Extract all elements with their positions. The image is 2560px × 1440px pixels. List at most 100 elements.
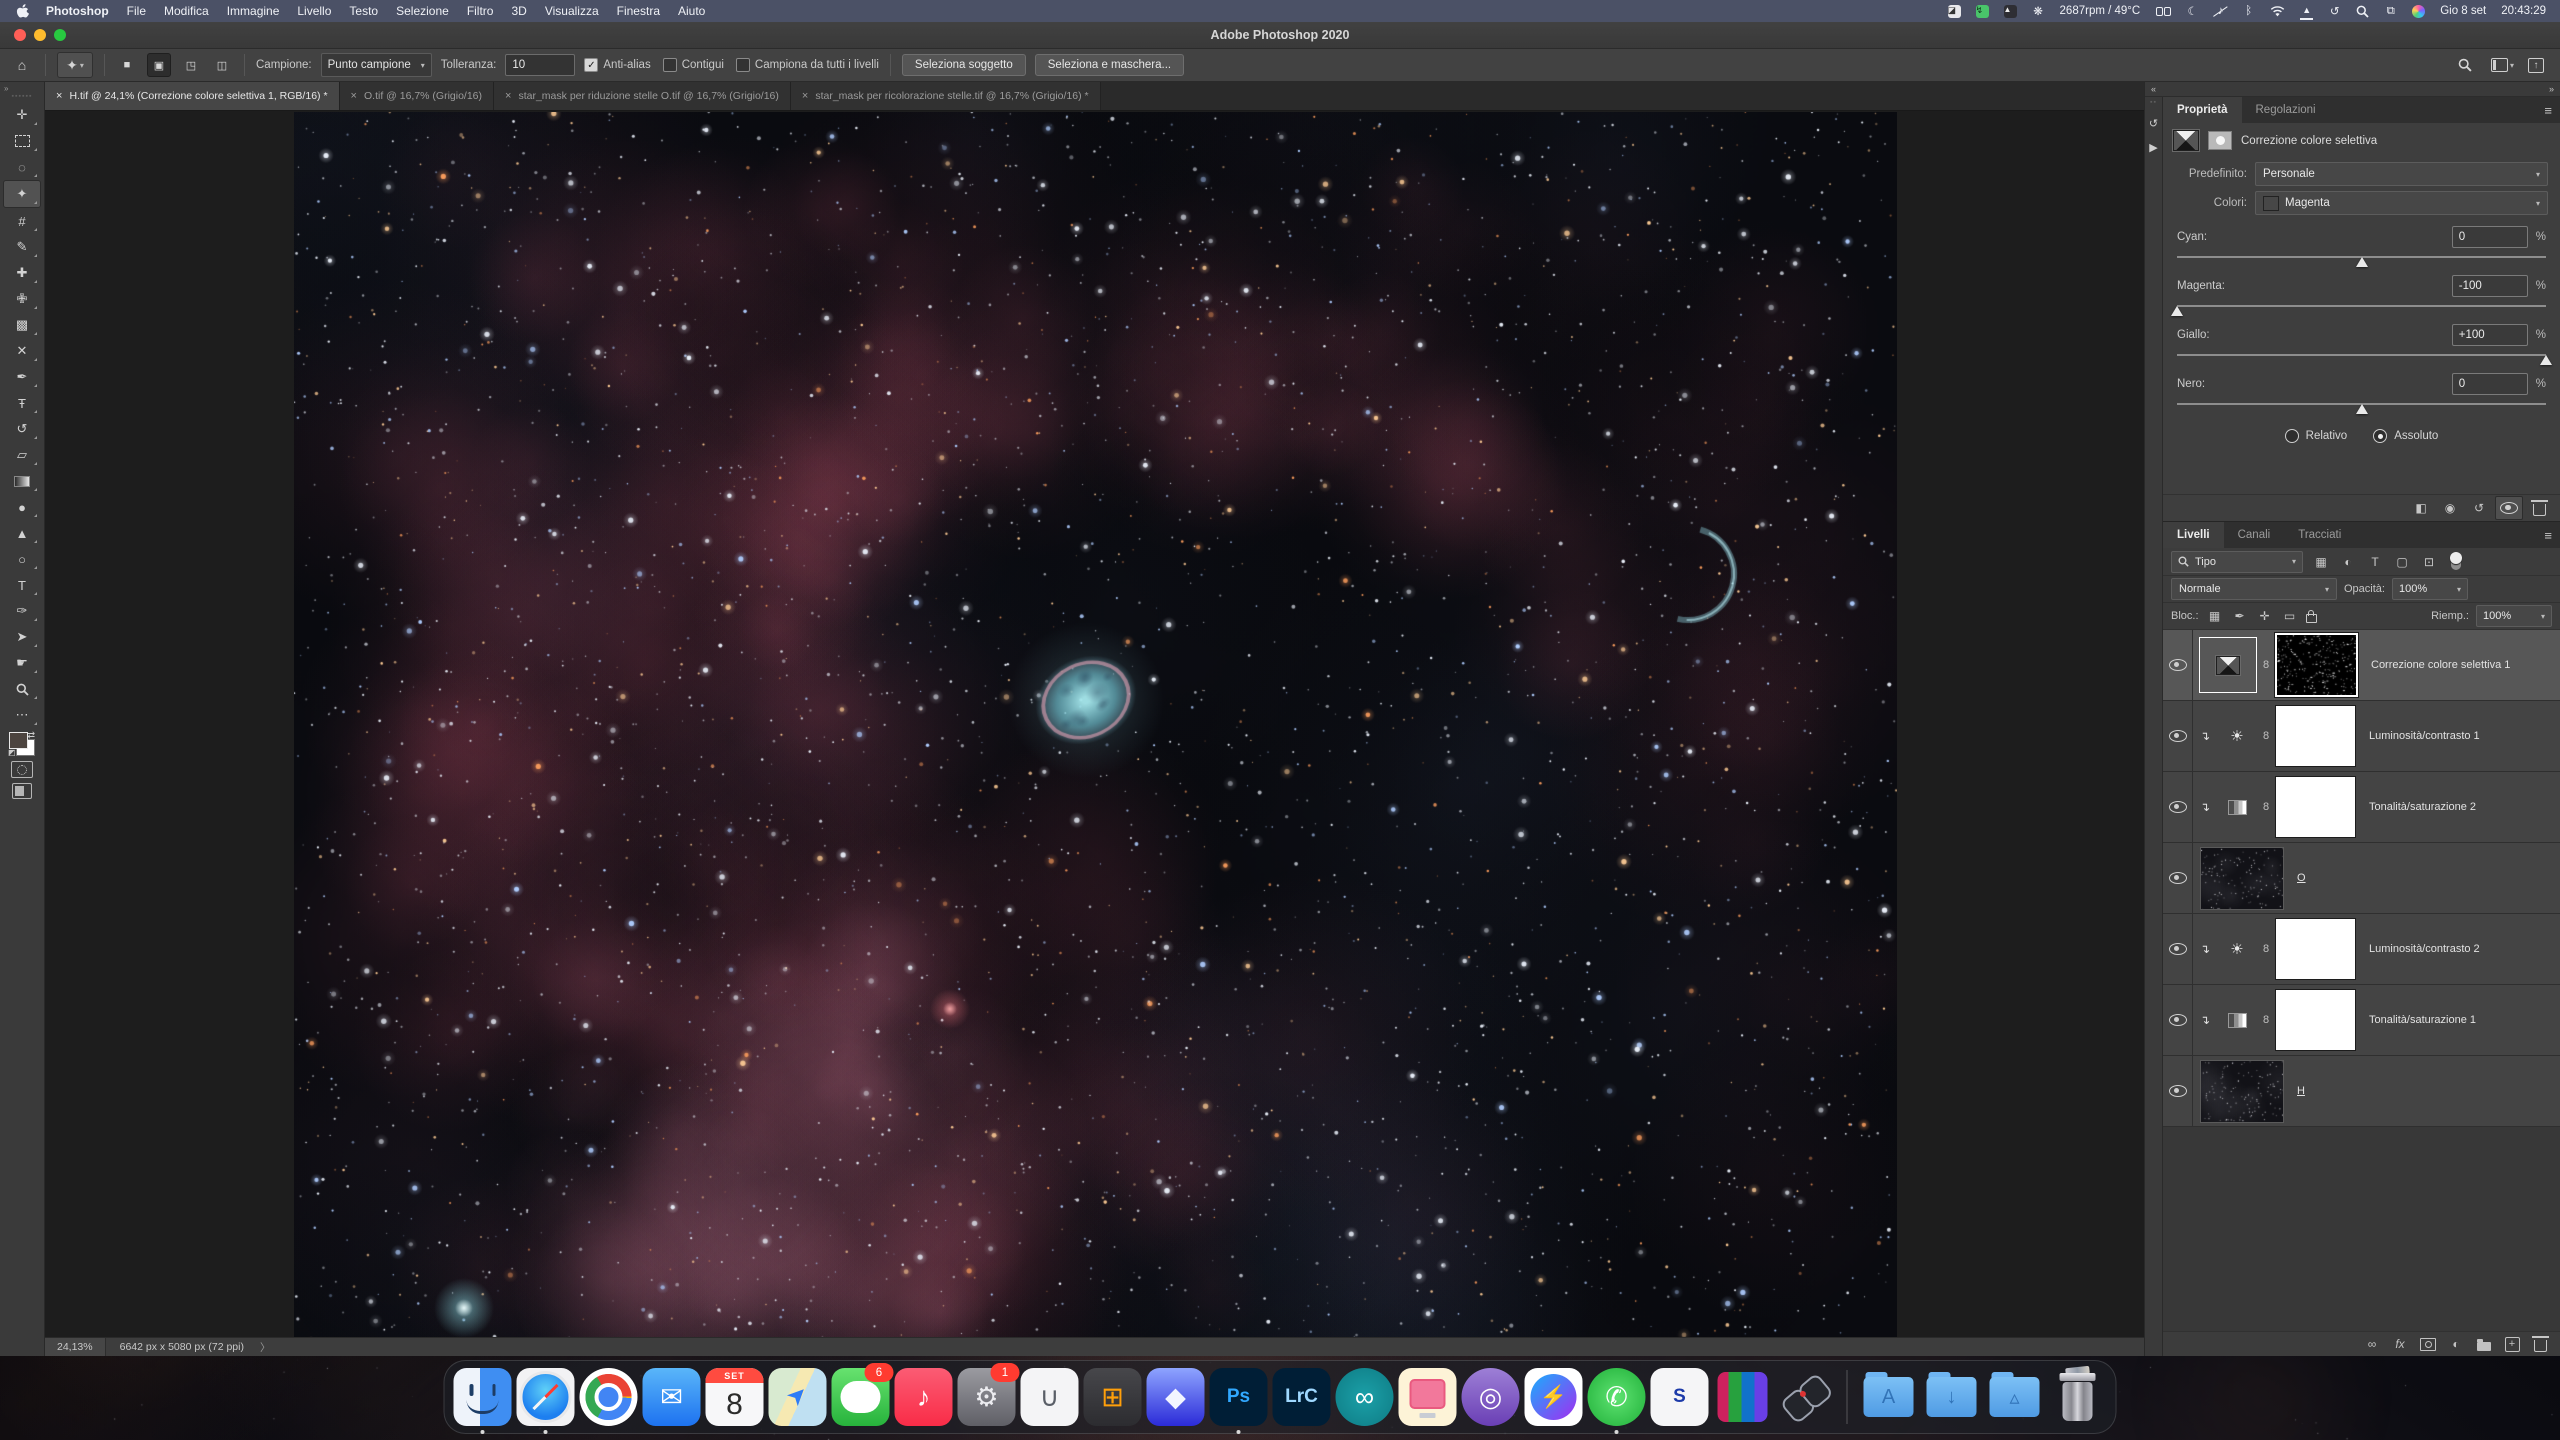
dock-chrome[interactable] [580, 1368, 638, 1426]
adjustment-icon[interactable]: ☀ [2217, 940, 2257, 958]
tab-livelli[interactable]: Livelli [2163, 522, 2224, 548]
add-mask-icon[interactable] [2420, 1338, 2436, 1351]
document-info[interactable]: 6642 px x 5080 px (72 ppi) 〉 [106, 1340, 285, 1355]
marquee-tool[interactable] [4, 128, 40, 154]
document-canvas[interactable] [294, 112, 1897, 1337]
dock-trash[interactable] [2049, 1368, 2107, 1426]
filter-type-icon[interactable]: T [2366, 555, 2384, 569]
layer-mask-thumbnail[interactable] [2275, 918, 2356, 980]
layer-name[interactable]: Correzione colore selettiva 1 [2371, 659, 2510, 671]
lock-all-icon[interactable] [2306, 614, 2317, 623]
mask-badge-icon[interactable] [2208, 131, 2232, 150]
menu-modifica[interactable]: Modifica [155, 4, 218, 18]
checkbox-box[interactable] [736, 58, 750, 72]
slider-value-input[interactable]: 0 [2452, 373, 2528, 395]
dodge-tool[interactable]: ○ [4, 546, 40, 572]
select-subject-button[interactable]: Seleziona soggetto [902, 54, 1026, 76]
filter-shape-icon[interactable]: ▢ [2393, 555, 2411, 569]
layer-mask-thumbnail[interactable] [2275, 705, 2356, 767]
eyedropper-tool[interactable]: ✎ [4, 234, 40, 260]
gradient-tool[interactable] [4, 468, 40, 494]
lock-transparency-icon[interactable]: ▦ [2206, 609, 2224, 623]
history-brush-tool[interactable]: ↺ [4, 416, 40, 442]
crop-tool[interactable]: # [4, 208, 40, 234]
dock-blue-gem-app[interactable]: ◆ [1147, 1368, 1205, 1426]
lock-artboard-icon[interactable]: ▭ [2281, 609, 2299, 623]
dock-cleanmymac[interactable] [1399, 1368, 1457, 1426]
sample-size-select[interactable]: Punto campione▾ [321, 53, 432, 77]
pen-tool[interactable]: ✑ [4, 598, 40, 624]
dock-calendar[interactable]: SET8 [706, 1368, 764, 1426]
edit-toolbar[interactable]: ⋯ [4, 702, 40, 728]
reset-adjustment-icon[interactable]: ↺ [2466, 497, 2492, 519]
layers-menu-icon[interactable]: ≡ [2544, 522, 2560, 548]
dock-sketchup[interactable]: S [1651, 1368, 1709, 1426]
slider-thumb[interactable] [2540, 355, 2552, 365]
slider-track[interactable] [2177, 300, 2546, 315]
layer-row[interactable]: 8 Correzione colore selettiva 1 [2163, 630, 2560, 701]
menu-bar-clock[interactable]: 20:43:29 [2501, 5, 2546, 17]
filter-toggle-switch[interactable] [2451, 553, 2461, 570]
checkbox-anti-alias[interactable]: ✓Anti-alias [584, 58, 650, 72]
checkbox-campiona-da-tutti-i-livelli[interactable]: Campiona da tutti i livelli [736, 58, 879, 72]
delete-adjustment-icon[interactable] [2526, 497, 2552, 519]
dock-folder-downloads[interactable]: ↓ [1923, 1368, 1981, 1426]
document-tab[interactable]: ×O.tif @ 16,7% (Grigio/16) [340, 82, 494, 110]
content-aware-move-tool[interactable]: ✕ [4, 338, 40, 364]
menu-testo[interactable]: Testo [340, 4, 387, 18]
displays-icon[interactable]: ⧉ [2384, 4, 2397, 18]
current-tool-icon[interactable]: ✦▾ [57, 52, 93, 78]
binoculars-menu-icon[interactable] [2155, 4, 2171, 18]
menu-photoshop[interactable]: Photoshop [37, 4, 118, 18]
dock-finder[interactable] [454, 1368, 512, 1426]
tab-regolazioni[interactable]: Regolazioni [2242, 97, 2330, 123]
hand-tool[interactable]: ☛ [4, 650, 40, 676]
siri-icon[interactable] [2412, 5, 2425, 18]
sharpen-tool[interactable]: ▲ [4, 520, 40, 546]
menu-file[interactable]: File [118, 4, 155, 18]
radio-dot[interactable] [2373, 429, 2387, 443]
new-adjustment-layer-icon[interactable]: ◐ [2448, 1337, 2464, 1351]
collapse-panels-icon[interactable]: » [2549, 84, 2554, 94]
selection-mode-subtract[interactable]: ◳ [180, 54, 202, 76]
layer-name[interactable]: H [2297, 1085, 2305, 1097]
adjustment-icon[interactable] [2217, 800, 2257, 815]
dock-color-bars-app[interactable] [1714, 1368, 1772, 1426]
slider-track[interactable] [2177, 251, 2546, 266]
link-layers-icon[interactable]: ∞ [2364, 1337, 2380, 1351]
mask-link-icon[interactable]: 8 [2257, 943, 2275, 955]
checkbox-box[interactable]: ✓ [584, 58, 598, 72]
foreground-color[interactable] [9, 732, 28, 749]
collapse-strip-icon[interactable]: « [2151, 84, 2156, 94]
layer-visibility-toggle[interactable] [2163, 985, 2193, 1055]
toggle-visibility-icon[interactable] [2495, 496, 2523, 520]
do-not-disturb-icon[interactable]: ☾ [2186, 4, 2199, 18]
menu-3d[interactable]: 3D [502, 4, 535, 18]
slider-track[interactable] [2177, 349, 2546, 364]
layer-row[interactable]: ↴8Tonalità/saturazione 1 [2163, 985, 2560, 1056]
opacity-select[interactable]: 100%▾ [2392, 578, 2468, 600]
menu-visualizza[interactable]: Visualizza [536, 4, 608, 18]
slider-thumb[interactable] [2356, 404, 2368, 414]
tab-proprieta[interactable]: Proprietà [2163, 97, 2242, 123]
new-layer-icon[interactable]: + [2504, 1337, 2520, 1352]
share-icon[interactable]: ↑ [2528, 58, 2544, 73]
default-colors-icon[interactable]: ◩ [8, 748, 16, 757]
slider-track[interactable] [2177, 398, 2546, 413]
history-panel-icon[interactable]: ↺ [2149, 117, 2158, 130]
pasteboard[interactable] [45, 111, 2144, 1337]
blur-tool[interactable]: ● [4, 494, 40, 520]
tolerance-input[interactable]: 10 [505, 54, 575, 76]
layer-name[interactable]: Tonalità/saturazione 1 [2369, 1014, 2476, 1026]
radio-assoluto[interactable]: Assoluto [2373, 429, 2438, 443]
filter-smart-object-icon[interactable]: ⊡ [2420, 555, 2438, 569]
status-chevron-icon[interactable]: 〉 [260, 1340, 271, 1355]
document-tab[interactable]: ×H.tif @ 24,1% (Correzione colore selett… [45, 82, 340, 110]
close-tab-icon[interactable]: × [802, 90, 808, 102]
layer-thumbnail[interactable] [2200, 1060, 2284, 1123]
menu-immagine[interactable]: Immagine [218, 4, 289, 18]
adjustment-icon[interactable] [2217, 1013, 2257, 1028]
mask-link-icon[interactable]: 8 [2257, 659, 2275, 671]
document-tab[interactable]: ×star_mask per ricolorazione stelle.tif … [791, 82, 1101, 110]
select-and-mask-button[interactable]: Seleziona e maschera... [1035, 54, 1184, 76]
